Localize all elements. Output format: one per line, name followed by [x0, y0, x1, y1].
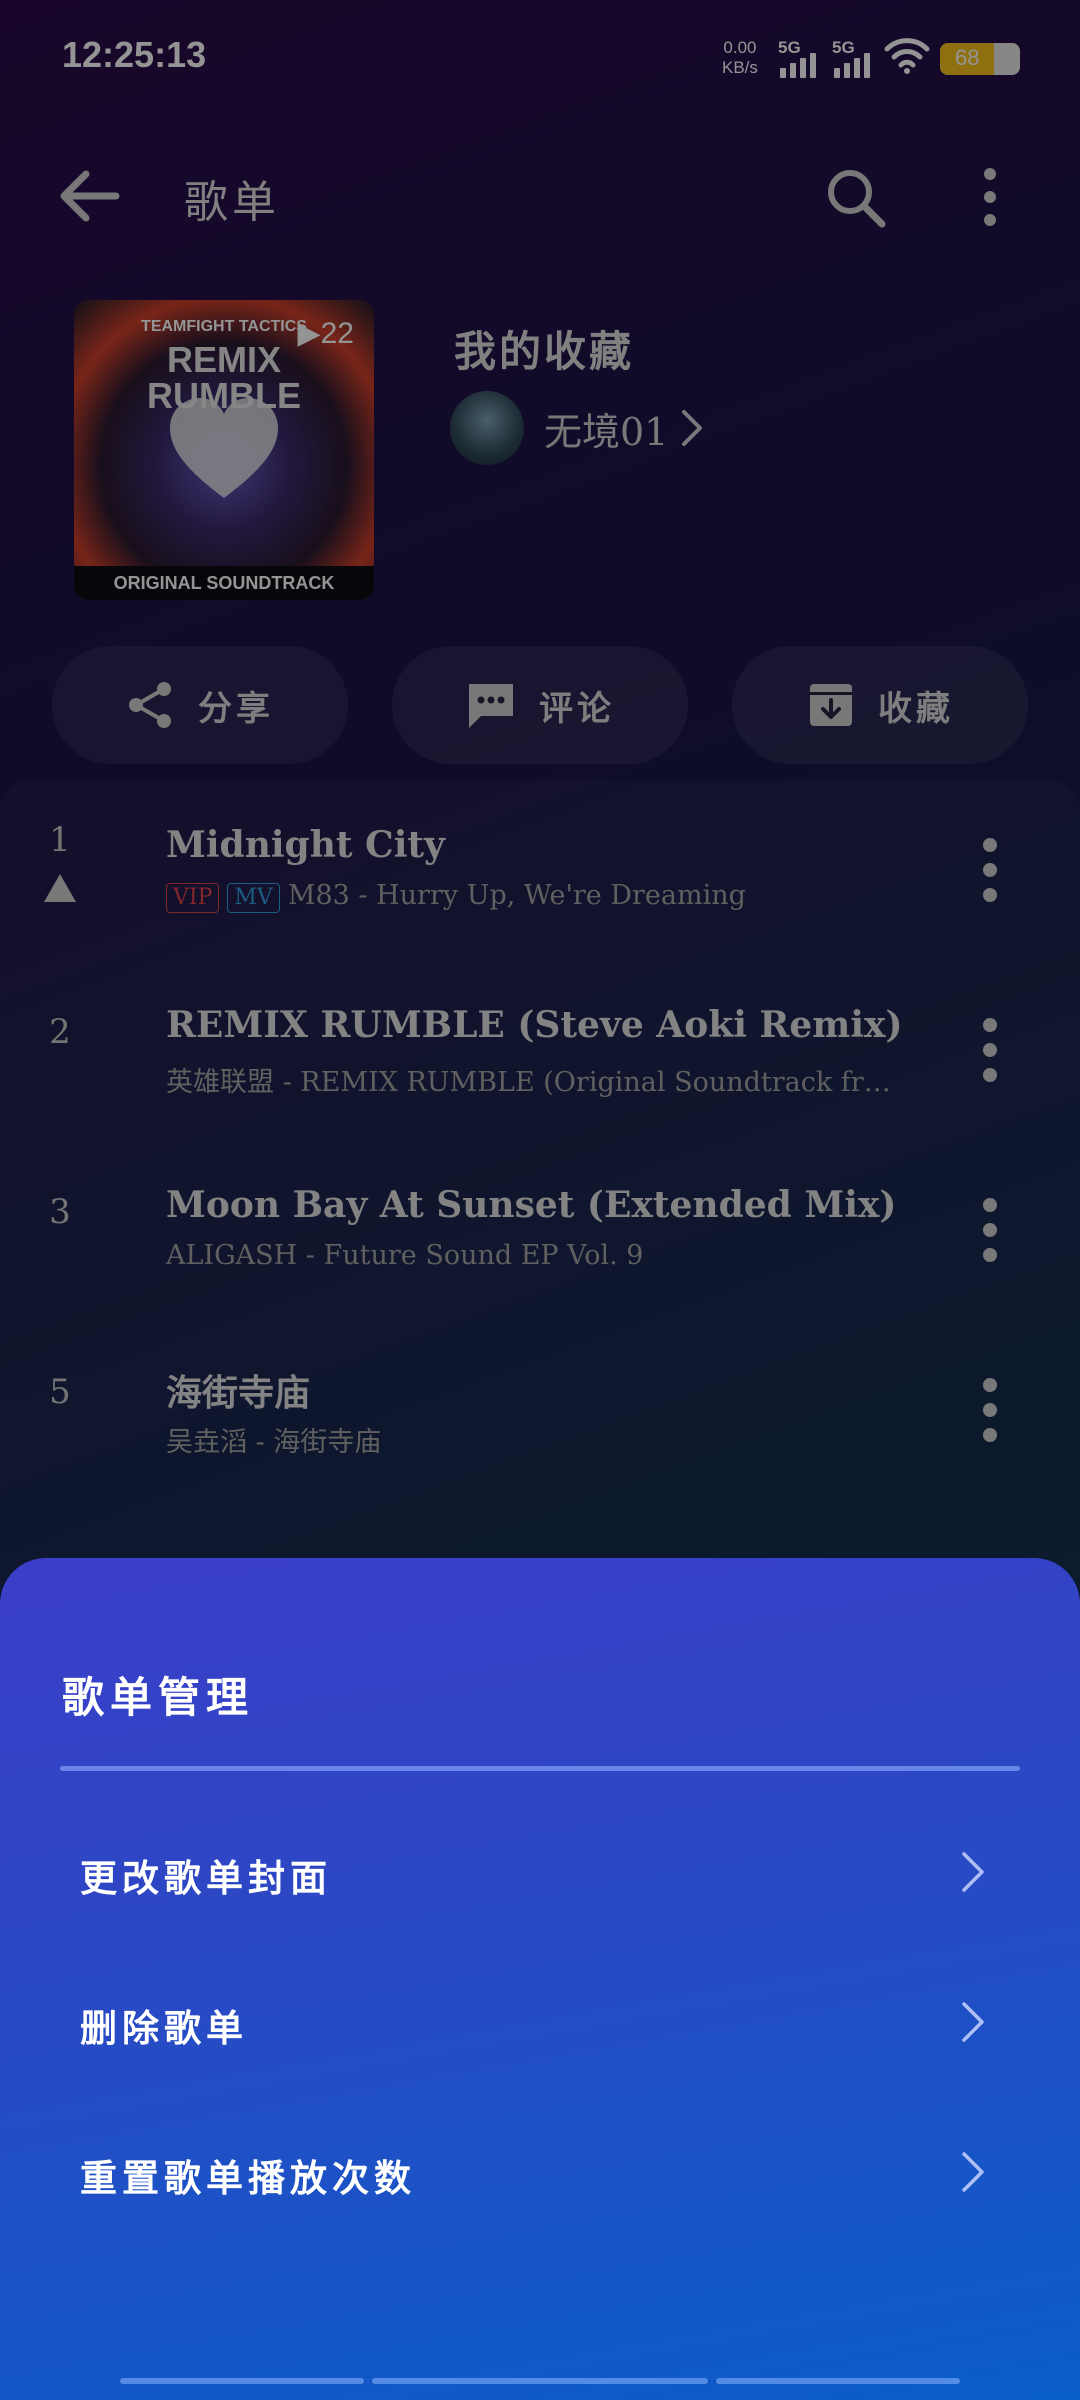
song-index: 3 — [49, 1192, 71, 1232]
song-title: Midnight City — [166, 824, 445, 866]
status-time: 12:25:13 — [62, 34, 207, 75]
song-list: 1 Midnight City VIP MV M83 - Hurry Up, We'… — [0, 780, 1080, 1680]
vip-badge: VIP — [166, 883, 220, 913]
song-more-icon[interactable] — [978, 1378, 1002, 1442]
song-artist: M83 — [287, 880, 350, 911]
song-separator: - — [247, 1427, 274, 1458]
song-title: REMIX RUMBLE (Steve Aoki Remix) — [166, 1004, 903, 1046]
song-subtitle: ALIGASH - Future Sound EP Vol. 9 — [166, 1240, 643, 1271]
option-label: 更改歌单封面 — [80, 1856, 332, 1900]
song-separator: - — [274, 1067, 301, 1098]
comment-icon — [469, 684, 513, 728]
option-label: 删除歌单 — [80, 2006, 248, 2050]
back-button[interactable] — [52, 158, 128, 234]
delete-playlist-option[interactable]: 删除歌单 — [0, 1948, 1080, 2098]
status-bar: 12:25:13 0.00 KB/s 5G 5G 68 — [0, 0, 1080, 110]
song-more-icon[interactable] — [978, 838, 1002, 902]
owner-avatar — [450, 391, 524, 465]
battery-icon: 68 — [940, 43, 1020, 75]
sim1-label: 5G — [778, 38, 801, 57]
net-speed-value: 0.00 — [723, 38, 757, 57]
play-count-icon: ▶ — [297, 317, 321, 350]
nav-indicator — [716, 2378, 960, 2384]
collect-button[interactable]: 收藏 — [732, 646, 1028, 764]
song-separator: - — [297, 1240, 324, 1271]
comment-button[interactable]: 评论 — [392, 646, 688, 764]
song-more-icon[interactable] — [978, 1198, 1002, 1262]
song-title: Moon Bay At Sunset (Extended Mix) — [166, 1184, 897, 1226]
battery-level: 68 — [954, 45, 980, 70]
nav-indicator — [120, 2378, 364, 2384]
rank-up-icon — [44, 874, 76, 902]
collect-icon — [810, 684, 852, 726]
comment-label: 评论 — [539, 688, 615, 729]
play-count: ▶22 — [298, 316, 354, 351]
song-album: REMIX RUMBLE (Original Soundtrack fr… — [300, 1067, 891, 1098]
playlist-owner[interactable]: 无境01 — [450, 390, 704, 466]
song-title: 海街寺庙 — [166, 1372, 311, 1414]
nav-indicator — [372, 2378, 708, 2384]
net-speed-unit: KB/s — [722, 58, 758, 77]
heart-icon — [170, 398, 278, 498]
song-album: Hurry Up, We're Dreaming — [376, 880, 746, 911]
reset-play-count-option[interactable]: 重置歌单播放次数 — [0, 2098, 1080, 2248]
song-album: Future Sound EP Vol. 9 — [323, 1240, 644, 1271]
playlist-manage-sheet: 歌单管理 更改歌单封面 删除歌单 重置歌单播放次数 — [0, 1558, 1080, 2400]
song-row[interactable]: 1 Midnight City VIP MV M83 - Hurry Up, We'… — [0, 780, 1080, 960]
song-subtitle: 英雄联盟 - REMIX RUMBLE (Original Soundtrack… — [166, 1060, 891, 1099]
share-button[interactable]: 分享 — [52, 646, 348, 764]
mv-badge[interactable]: MV — [227, 883, 280, 913]
song-artist: ALIGASH — [166, 1240, 298, 1271]
sim2-label: 5G — [832, 38, 855, 57]
song-subtitle: VIP MV M83 - Hurry Up, We're Dreaming — [166, 880, 746, 913]
share-icon — [129, 682, 171, 728]
cover-banner: ORIGINAL SOUNDTRACK — [74, 566, 374, 600]
net-speed: 0.00 KB/s — [722, 38, 758, 78]
top-app-bar: 歌单 — [0, 140, 1080, 250]
song-artist: 吴垚滔 — [166, 1427, 247, 1458]
signal-2-icon: 5G — [832, 38, 878, 78]
song-row[interactable]: 3 Moon Bay At Sunset (Extended Mix) ALIG… — [0, 1140, 1080, 1320]
sheet-title: 歌单管理 — [62, 1673, 255, 1722]
song-more-icon[interactable] — [978, 1018, 1002, 1082]
song-artist: 英雄联盟 — [166, 1067, 274, 1098]
song-subtitle: 吴垚滔 - 海街寺庙 — [166, 1420, 381, 1459]
song-index: 5 — [49, 1372, 71, 1412]
more-vertical-icon[interactable] — [970, 162, 1010, 232]
chevron-right-icon — [962, 2152, 984, 2192]
song-row[interactable]: 5 海街寺庙 吴垚滔 - 海街寺庙 — [0, 1320, 1080, 1500]
collect-label: 收藏 — [878, 688, 954, 729]
playlist-name: 我的收藏 — [454, 327, 635, 376]
song-album: 海街寺庙 — [273, 1427, 382, 1458]
song-separator: - — [349, 880, 377, 911]
play-count-value: 22 — [320, 317, 354, 350]
page-title: 歌单 — [184, 177, 280, 228]
wifi-icon — [884, 38, 930, 74]
song-row[interactable]: 2 REMIX RUMBLE (Steve Aoki Remix) 英雄联盟 -… — [0, 960, 1080, 1140]
song-index: 1 — [49, 820, 71, 860]
playlist-cover[interactable]: TEAMFIGHT TACTICS REMIX RUMBLE ▶22 ORIGI… — [74, 300, 374, 600]
change-cover-option[interactable]: 更改歌单封面 — [0, 1798, 1080, 1948]
divider — [60, 1766, 1020, 1771]
share-label: 分享 — [198, 688, 274, 729]
chevron-right-icon — [962, 2002, 984, 2042]
signal-1-icon: 5G — [778, 38, 824, 78]
chevron-right-icon — [962, 1852, 984, 1892]
option-label: 重置歌单播放次数 — [80, 2156, 416, 2200]
chevron-right-icon — [682, 410, 703, 446]
song-index: 2 — [49, 1012, 71, 1052]
search-icon[interactable] — [820, 162, 890, 232]
owner-name: 无境01 — [544, 409, 669, 454]
